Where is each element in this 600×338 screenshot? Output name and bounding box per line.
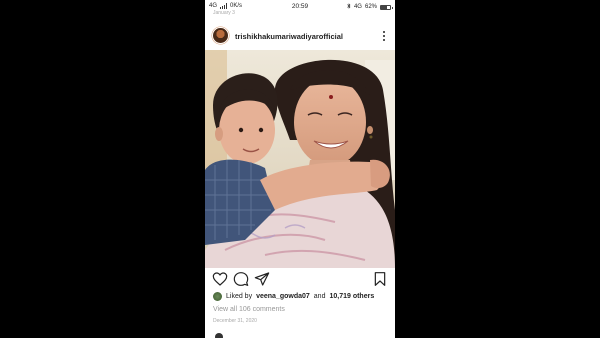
battery-icon [380,4,393,10]
post-header: trishikhakumariwadiyarofficial [205,25,395,47]
likes-summary: Liked by veena_gowda07 and 10,719 others [213,292,374,301]
post-image [205,50,395,268]
bookmark-icon[interactable] [372,271,388,287]
liked-others-link[interactable]: 10,719 others [329,293,374,300]
avatar[interactable] [213,28,228,43]
post-date: December 31, 2020 [213,318,257,324]
comment-icon[interactable] [233,271,249,287]
liker-avatar [213,292,222,301]
liked-prefix: Liked by [226,293,253,300]
next-post-avatar[interactable] [215,333,223,338]
more-vertical-icon[interactable] [381,29,387,43]
send-icon[interactable] [254,271,270,287]
status-right: 4G 62% [347,3,393,11]
liked-and: and [313,293,326,300]
post-actions [205,271,395,289]
heart-icon[interactable] [212,271,228,287]
bluetooth-icon [347,3,351,11]
right-network-label: 4G [353,4,362,10]
phone-screen: 4G 0K/s 20:59 4G 62% January 3 trishikha… [205,0,395,338]
liked-user-link[interactable]: veena_gowda07 [256,293,310,300]
previous-post-date: January 3 [213,10,235,16]
post-username[interactable]: trishikhakumariwadiyarofficial [235,32,343,41]
post-photo[interactable] [205,50,395,268]
battery-percent: 62% [364,4,377,10]
view-comments-link[interactable]: View all 106 comments [213,306,285,313]
